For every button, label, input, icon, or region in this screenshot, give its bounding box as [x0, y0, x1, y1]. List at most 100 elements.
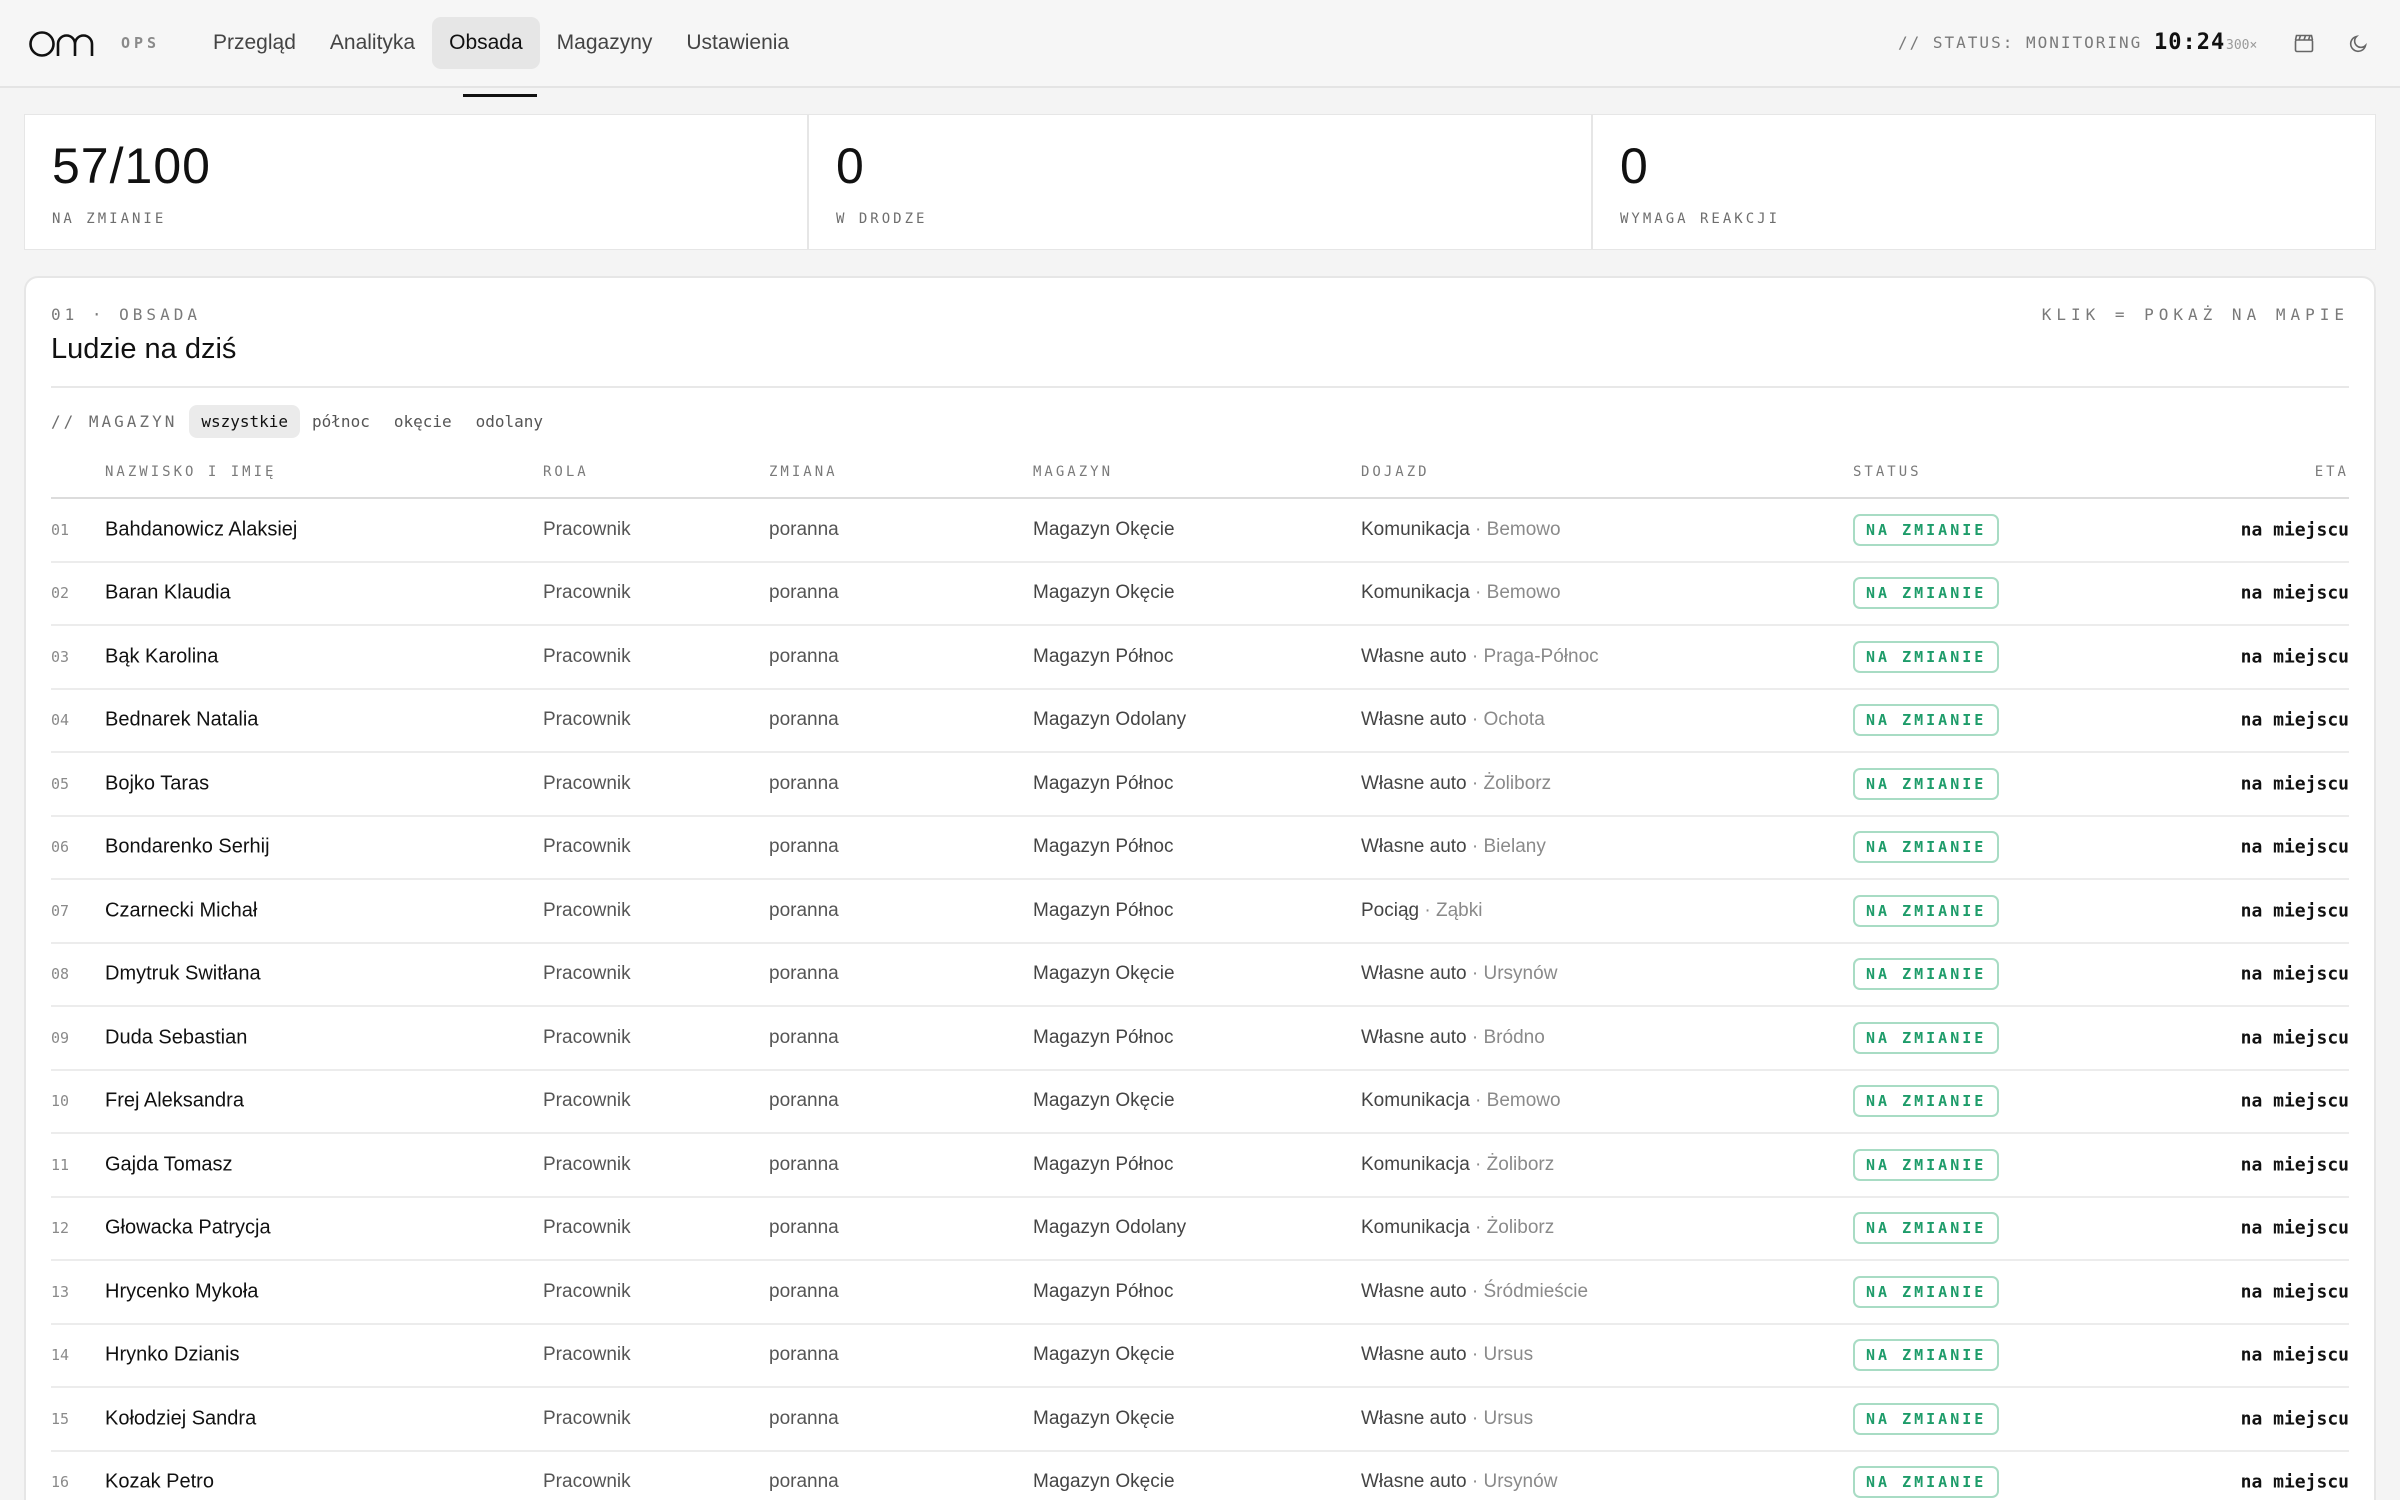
row-area: · Bródno	[1466, 1026, 1545, 1048]
row-role: Pracownik	[543, 582, 631, 604]
stat-value: 57/100	[52, 138, 211, 194]
row-area: · Ursynów	[1466, 963, 1558, 985]
table-row[interactable]: 09 Duda Sebastian Pracownik poranna Maga…	[51, 1007, 2349, 1071]
row-index: 05	[51, 774, 70, 793]
table-row[interactable]: 14 Hrynko Dzianis Pracownik poranna Maga…	[51, 1325, 2349, 1388]
staff-table: NAZWISKO I IMIĘ ROLA ZMIANA MAGAZYN DOJA…	[51, 448, 2349, 1500]
row-eta: na miejscu	[2240, 836, 2349, 858]
nav-item-przeglad[interactable]: Przegląd	[196, 17, 313, 69]
row-status: NA ZMIANIE	[1853, 513, 2000, 546]
row-name: Czarnecki Michał	[105, 899, 258, 922]
filter-chip-odolany[interactable]: odolany	[464, 405, 555, 438]
stat-needs-action: 0 WYMAGA REAKCJI	[1593, 115, 2375, 249]
row-area: · Ząbki	[1419, 899, 1483, 921]
row-name: Frej Aleksandra	[105, 1089, 244, 1112]
table-row[interactable]: 04 Bednarek Natalia Pracownik poranna Ma…	[51, 690, 2349, 753]
table-row[interactable]: 08 Dmytruk Switłana Pracownik poranna Ma…	[51, 944, 2349, 1007]
row-area: · Żoliborz	[1469, 1217, 1555, 1239]
clock: 10:24	[2154, 30, 2226, 55]
column-header-status[interactable]: STATUS	[1853, 464, 1922, 480]
status-badge: NA ZMIANIE	[1853, 958, 2000, 991]
logo-subtitle: OPS	[121, 34, 161, 52]
row-commute: Własne auto · Śródmieście	[1361, 1281, 1588, 1303]
column-header-warehouse[interactable]: MAGAZYN	[1033, 464, 1113, 480]
row-name: Dmytruk Switłana	[105, 962, 261, 985]
moon-icon[interactable]	[2344, 28, 2374, 58]
row-warehouse: Magazyn Północ	[1033, 645, 1174, 667]
row-role: Pracownik	[543, 1471, 631, 1493]
column-header-name[interactable]: NAZWISKO I IMIĘ	[105, 464, 276, 480]
row-role: Pracownik	[543, 645, 631, 667]
table-row[interactable]: 12 Głowacka Patrycja Pracownik poranna M…	[51, 1198, 2349, 1261]
stat-label: WYMAGA REAKCJI	[1620, 211, 1781, 227]
row-shift: poranna	[769, 582, 839, 604]
table-row[interactable]: 05 Bojko Taras Pracownik poranna Magazyn…	[51, 753, 2349, 817]
row-name: Baran Klaudia	[105, 581, 231, 604]
table-row[interactable]: 03 Bąk Karolina Pracownik poranna Magazy…	[51, 626, 2349, 690]
table-row[interactable]: 10 Frej Aleksandra Pracownik poranna Mag…	[51, 1071, 2349, 1134]
row-status: NA ZMIANIE	[1853, 1085, 2000, 1118]
row-name: Hrynko Dzianis	[105, 1343, 240, 1366]
active-tab-underline	[463, 94, 537, 97]
row-shift: poranna	[769, 1153, 839, 1175]
row-name: Bahdanowicz Alaksiej	[105, 518, 298, 541]
status-badge: NA ZMIANIE	[1853, 1148, 2000, 1181]
row-role: Pracownik	[543, 963, 631, 985]
table-row[interactable]: 13 Hrycenko Mykoła Pracownik poranna Mag…	[51, 1261, 2349, 1325]
table-row[interactable]: 15 Kołodziej Sandra Pracownik poranna Ma…	[51, 1388, 2349, 1452]
row-index: 14	[51, 1346, 70, 1365]
row-index: 08	[51, 965, 70, 984]
row-index: 06	[51, 838, 70, 857]
nav-item-analityka[interactable]: Analityka	[313, 17, 432, 69]
logo[interactable]	[28, 26, 108, 62]
row-shift: poranna	[769, 963, 839, 985]
row-transport: Własne auto	[1361, 1026, 1467, 1048]
column-header-role[interactable]: ROLA	[543, 464, 589, 480]
row-warehouse: Magazyn Okęcie	[1033, 1471, 1175, 1493]
row-eta: na miejscu	[2240, 963, 2349, 985]
table-row[interactable]: 07 Czarnecki Michał Pracownik poranna Ma…	[51, 880, 2349, 944]
row-eta: na miejscu	[2240, 1154, 2349, 1176]
column-header-eta[interactable]: ETA	[2315, 464, 2349, 480]
row-warehouse: Magazyn Północ	[1033, 772, 1174, 794]
row-status: NA ZMIANIE	[1853, 1021, 2000, 1054]
row-status: NA ZMIANIE	[1853, 1402, 2000, 1435]
row-commute: Własne auto · Ochota	[1361, 709, 1545, 731]
row-warehouse: Magazyn Północ	[1033, 1026, 1174, 1048]
row-eta: na miejscu	[2240, 1471, 2349, 1493]
table-row[interactable]: 02 Baran Klaudia Pracownik poranna Magaz…	[51, 563, 2349, 626]
column-header-shift[interactable]: ZMIANA	[769, 464, 838, 480]
table-row[interactable]: 11 Gajda Tomasz Pracownik poranna Magazy…	[51, 1134, 2349, 1198]
status-badge: NA ZMIANIE	[1853, 1085, 2000, 1118]
row-transport: Komunikacja	[1361, 518, 1470, 540]
filter-chip-okecie[interactable]: okęcie	[382, 405, 464, 438]
nav-item-ustawienia[interactable]: Ustawienia	[669, 17, 806, 69]
row-area: · Bemowo	[1469, 582, 1561, 604]
row-eta: na miejscu	[2240, 519, 2349, 541]
row-name: Kołodziej Sandra	[105, 1407, 257, 1430]
row-warehouse: Magazyn Odolany	[1033, 1217, 1187, 1239]
row-status: NA ZMIANIE	[1853, 1339, 2000, 1372]
row-index: 15	[51, 1409, 70, 1428]
table-row[interactable]: 16 Kozak Petro Pracownik poranna Magazyn…	[51, 1452, 2349, 1500]
clapperboard-icon[interactable]	[2289, 28, 2319, 58]
logo-mark	[29, 31, 94, 57]
table-row[interactable]: 01 Bahdanowicz Alaksiej Pracownik porann…	[51, 499, 2349, 563]
column-header-commute[interactable]: DOJAZD	[1361, 464, 1430, 480]
row-area: · Bielany	[1466, 836, 1546, 858]
row-index: 16	[51, 1473, 70, 1492]
row-transport: Własne auto	[1361, 709, 1467, 731]
row-role: Pracownik	[543, 899, 631, 921]
filter-chip-wszystkie[interactable]: wszystkie	[189, 405, 301, 438]
nav-item-obsada[interactable]: Obsada	[432, 17, 540, 69]
row-role: Pracownik	[543, 1217, 631, 1239]
row-commute: Własne auto · Ursynów	[1361, 963, 1557, 985]
table-row[interactable]: 06 Bondarenko Serhij Pracownik poranna M…	[51, 817, 2349, 880]
row-warehouse: Magazyn Okęcie	[1033, 582, 1175, 604]
row-area: · Bemowo	[1469, 518, 1561, 540]
row-warehouse: Magazyn Północ	[1033, 899, 1174, 921]
row-commute: Komunikacja · Żoliborz	[1361, 1217, 1554, 1239]
row-name: Głowacka Patrycja	[105, 1216, 271, 1239]
filter-chip-polnoc[interactable]: północ	[300, 405, 382, 438]
nav-item-magazyny[interactable]: Magazyny	[540, 17, 670, 69]
